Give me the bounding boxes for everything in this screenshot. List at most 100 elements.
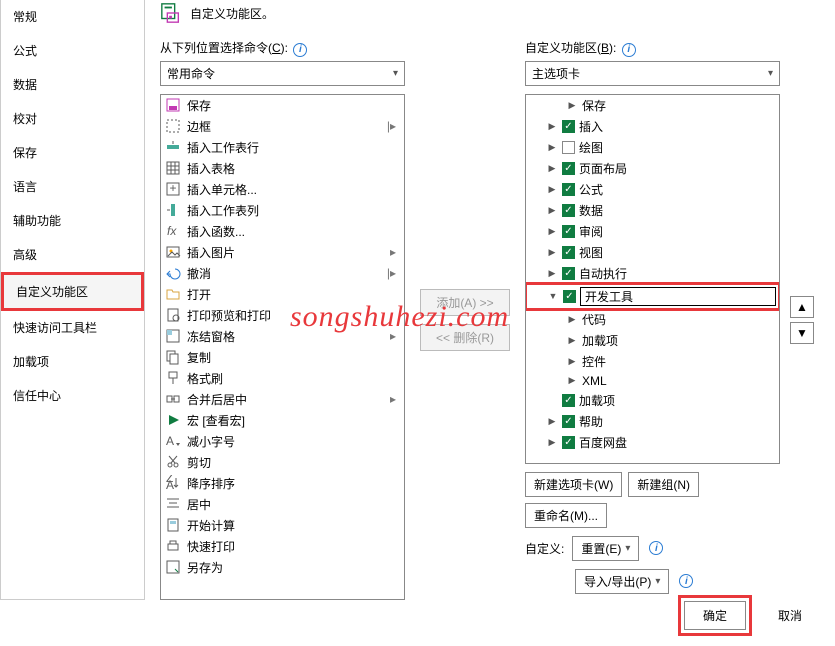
info-icon[interactable]: i: [649, 541, 663, 555]
expand-icon[interactable]: ▶: [566, 375, 578, 387]
command-item[interactable]: fx插入函数...: [161, 221, 404, 242]
tree-item[interactable]: ▶保存: [526, 95, 779, 116]
checkbox[interactable]: ✓: [562, 204, 575, 217]
tree-item[interactable]: ✓加载项: [526, 390, 779, 411]
tree-item[interactable]: ▶✓自动执行: [526, 263, 779, 284]
ok-button[interactable]: 确定: [684, 601, 746, 630]
command-item[interactable]: ZA降序排序: [161, 473, 404, 494]
expand-icon[interactable]: ▶: [546, 225, 558, 237]
expand-icon[interactable]: ▼: [547, 290, 559, 302]
expand-icon[interactable]: ▶: [566, 334, 578, 346]
checkbox[interactable]: ✓: [562, 394, 575, 407]
command-item[interactable]: 居中: [161, 494, 404, 515]
tree-item[interactable]: ▶✓页面布局: [526, 158, 779, 179]
sidebar-item[interactable]: 语言: [1, 170, 144, 204]
expand-icon[interactable]: ▶: [546, 415, 558, 427]
tree-item[interactable]: ▶XML: [526, 372, 779, 390]
tree-item[interactable]: ▶加载项: [526, 330, 779, 351]
command-item[interactable]: 快速打印: [161, 536, 404, 557]
expand-icon[interactable]: ▶: [566, 99, 578, 111]
move-up-button[interactable]: ▲: [790, 296, 814, 318]
checkbox[interactable]: ✓: [562, 267, 575, 280]
expand-icon[interactable]: ▶: [546, 183, 558, 195]
command-item[interactable]: 合并后居中▸: [161, 389, 404, 410]
import-export-dropdown[interactable]: 导入/导出(P)▾: [575, 569, 669, 594]
command-item[interactable]: A减小字号: [161, 431, 404, 452]
command-item[interactable]: 格式刷: [161, 368, 404, 389]
command-item[interactable]: 另存为: [161, 557, 404, 578]
checkbox[interactable]: ✓: [562, 246, 575, 259]
ribbon-tree[interactable]: ▶保存▶✓插入▶绘图▶✓页面布局▶✓公式▶✓数据▶✓审阅▶✓视图▶✓自动执行▼✓…: [525, 94, 780, 464]
sidebar-item[interactable]: 公式: [1, 34, 144, 68]
expand-icon[interactable]: ▶: [546, 120, 558, 132]
checkbox[interactable]: ✓: [562, 162, 575, 175]
command-item[interactable]: 插入工作表列: [161, 200, 404, 221]
checkbox[interactable]: ✓: [562, 436, 575, 449]
expand-icon[interactable]: ▶: [546, 204, 558, 216]
expand-icon[interactable]: ▶: [566, 355, 578, 367]
commands-listbox[interactable]: 保存边框|▸插入工作表行插入表格+插入单元格...插入工作表列fx插入函数...…: [160, 94, 405, 601]
command-item[interactable]: 复制: [161, 347, 404, 368]
sidebar-item[interactable]: 加载项: [1, 345, 144, 379]
preview-icon: [165, 307, 181, 323]
tree-item[interactable]: ▼✓开发工具: [527, 285, 778, 308]
command-item[interactable]: 边框|▸: [161, 116, 404, 137]
tree-item[interactable]: ▶✓百度网盘: [526, 432, 779, 453]
checkbox[interactable]: ✓: [562, 415, 575, 428]
checkbox[interactable]: ✓: [562, 183, 575, 196]
tree-item[interactable]: ▶✓公式: [526, 179, 779, 200]
command-item[interactable]: 插入工作表行: [161, 137, 404, 158]
sidebar-item[interactable]: 保存: [1, 136, 144, 170]
expand-icon[interactable]: ▶: [566, 313, 578, 325]
commands-dropdown[interactable]: 常用命令▾: [160, 61, 405, 86]
expand-icon[interactable]: ▶: [546, 246, 558, 258]
expand-icon[interactable]: ▶: [546, 267, 558, 279]
tree-item[interactable]: ▶✓审阅: [526, 221, 779, 242]
command-item[interactable]: 剪切: [161, 452, 404, 473]
tree-item[interactable]: ▶✓帮助: [526, 411, 779, 432]
sidebar-item[interactable]: 常规: [1, 0, 144, 34]
command-item[interactable]: 开始计算: [161, 515, 404, 536]
sidebar-item[interactable]: 校对: [1, 102, 144, 136]
sidebar-item[interactable]: 高级: [1, 238, 144, 272]
sidebar-item[interactable]: 快速访问工具栏: [1, 311, 144, 345]
checkbox[interactable]: ✓: [563, 290, 576, 303]
expand-icon[interactable]: ▶: [546, 436, 558, 448]
expand-icon[interactable]: ▶: [546, 141, 558, 153]
new-tab-button[interactable]: 新建选项卡(W): [525, 472, 622, 497]
tree-item[interactable]: ▶绘图: [526, 137, 779, 158]
sidebar-item[interactable]: 辅助功能: [1, 204, 144, 238]
info-icon[interactable]: i: [293, 43, 307, 57]
move-down-button[interactable]: ▼: [790, 322, 814, 344]
command-item[interactable]: 撤消|▸: [161, 263, 404, 284]
info-icon[interactable]: i: [679, 574, 693, 588]
ribbon-dropdown[interactable]: 主选项卡▾: [525, 61, 780, 86]
reset-dropdown[interactable]: 重置(E)▾: [572, 536, 639, 561]
expand-icon[interactable]: [546, 394, 558, 406]
command-item[interactable]: 打开: [161, 284, 404, 305]
tree-item[interactable]: ▶控件: [526, 351, 779, 372]
tree-item[interactable]: ▶✓插入: [526, 116, 779, 137]
checkbox[interactable]: ✓: [562, 225, 575, 238]
checkbox[interactable]: [562, 141, 575, 154]
tree-item[interactable]: ▶代码: [526, 309, 779, 330]
tree-item[interactable]: ▶✓数据: [526, 200, 779, 221]
command-item[interactable]: 插入表格: [161, 158, 404, 179]
cancel-button[interactable]: 取消: [760, 602, 820, 629]
command-item[interactable]: +插入单元格...: [161, 179, 404, 200]
sidebar-item[interactable]: 自定义功能区: [1, 272, 144, 311]
command-item[interactable]: 打印预览和打印: [161, 305, 404, 326]
checkbox[interactable]: ✓: [562, 120, 575, 133]
command-item[interactable]: 宏 [查看宏]: [161, 410, 404, 431]
expand-icon[interactable]: ▶: [546, 162, 558, 174]
info-icon[interactable]: i: [622, 43, 636, 57]
sidebar-item[interactable]: 信任中心: [1, 379, 144, 413]
tree-item[interactable]: ▶✓视图: [526, 242, 779, 263]
sidebar-item[interactable]: 数据: [1, 68, 144, 102]
command-item[interactable]: 插入图片▸: [161, 242, 404, 263]
command-item[interactable]: 冻结窗格▸: [161, 326, 404, 347]
rename-button[interactable]: 重命名(M)...: [525, 503, 607, 528]
new-group-button[interactable]: 新建组(N): [628, 472, 699, 497]
merge-icon: [165, 391, 181, 407]
command-item[interactable]: 保存: [161, 95, 404, 116]
